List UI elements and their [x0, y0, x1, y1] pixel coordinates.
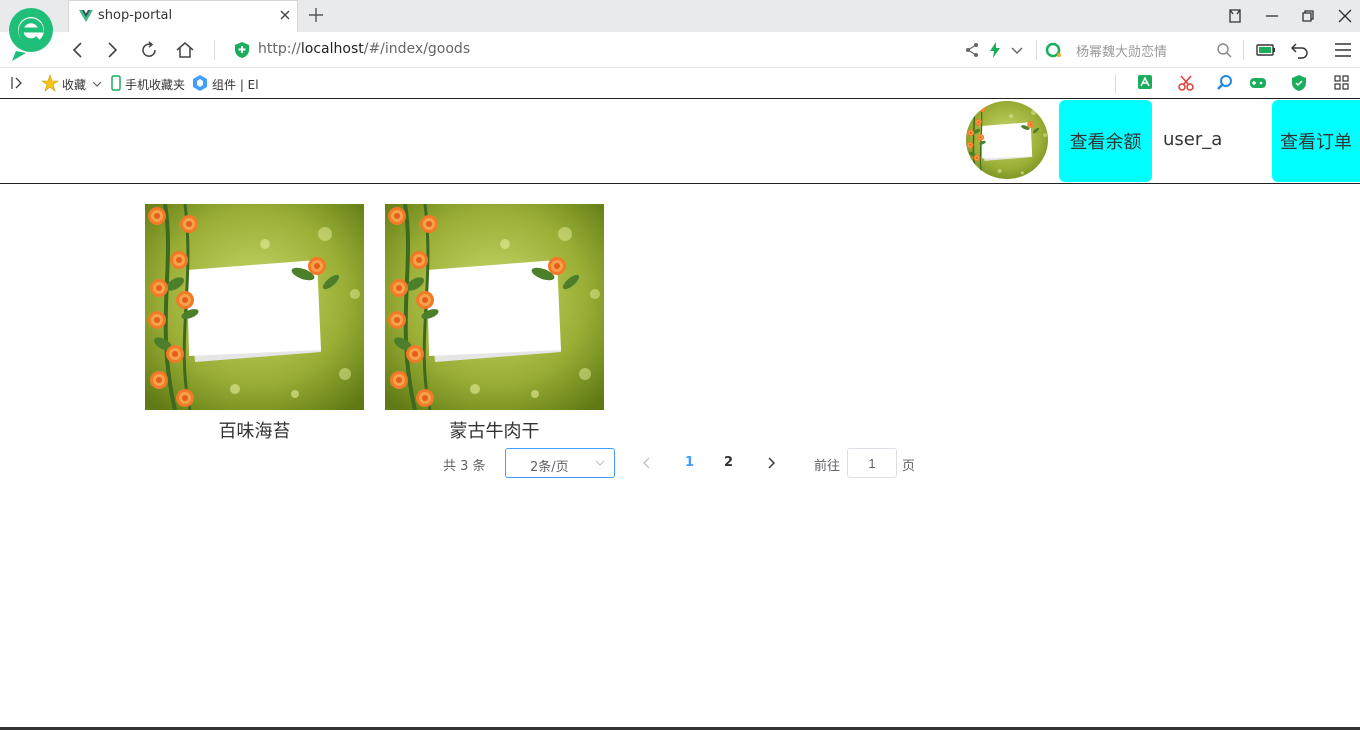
element-ui-icon [193, 75, 207, 91]
page-size-value: 2条/页 [530, 460, 569, 475]
tab-shop-portal[interactable]: shop-portal [68, 0, 298, 33]
menu-icon[interactable] [1333, 40, 1353, 60]
close-tab-icon[interactable] [277, 7, 293, 23]
page-size-select[interactable]: 2条/页 [505, 448, 615, 478]
goods-name[interactable]: 百味海苔 [145, 417, 364, 443]
goods-card[interactable]: 蒙古牛肉干 [385, 204, 604, 443]
goods-image[interactable] [145, 204, 364, 410]
divider [214, 40, 215, 60]
new-tab-icon[interactable] [306, 5, 326, 25]
chevron-down-icon[interactable] [1007, 40, 1027, 60]
page-1-button[interactable]: 1 [685, 455, 694, 470]
view-orders-button[interactable]: 查看订单 [1272, 100, 1360, 182]
page-header: 查看余额 user_a 查看订单 [0, 99, 1360, 184]
home-icon[interactable] [175, 40, 195, 60]
browser-logo-icon [9, 8, 53, 61]
magnifier-icon[interactable] [1216, 74, 1234, 92]
star-icon [41, 74, 59, 92]
view-balance-button[interactable]: 查看余额 [1059, 100, 1152, 182]
gamepad-icon[interactable] [1249, 74, 1267, 92]
next-page-icon[interactable] [760, 452, 782, 474]
goto-label: 前往 [814, 459, 841, 474]
battery-icon[interactable] [1256, 40, 1276, 60]
divider [1115, 74, 1116, 94]
username-label: user_a [1163, 129, 1223, 150]
skin-icon[interactable] [1225, 6, 1245, 26]
chevron-down-icon[interactable] [88, 74, 106, 92]
secure-shield-icon[interactable] [234, 41, 250, 59]
chevron-down-icon [595, 460, 605, 466]
goods-image[interactable] [385, 204, 604, 410]
goto-page-input[interactable] [847, 448, 897, 478]
sidebar-toggle-icon[interactable] [8, 74, 26, 92]
search-input[interactable]: 杨幂魏大勋恋情 [1076, 41, 1167, 60]
bookmarks-bar: 收藏 手机收藏夹 组件 | El [0, 68, 1360, 99]
user-avatar[interactable] [966, 101, 1048, 179]
search-icon[interactable] [1214, 40, 1234, 60]
goods-name[interactable]: 蒙古牛肉干 [385, 417, 604, 443]
back-icon[interactable] [68, 40, 88, 60]
address-bar: http://localhost/#/index/goods 杨幂魏大勋恋情 [0, 32, 1360, 68]
divider [1243, 40, 1244, 60]
phone-icon [111, 75, 121, 91]
url-field[interactable]: http://localhost/#/index/goods [258, 41, 470, 57]
bookmark-components[interactable]: 组件 | El [212, 76, 259, 93]
security-shield-icon[interactable] [1290, 74, 1308, 92]
translate-icon[interactable] [1137, 74, 1155, 92]
divider [1036, 40, 1037, 60]
bookmark-mobile[interactable]: 手机收藏夹 [125, 76, 185, 93]
scissors-icon[interactable] [1177, 74, 1195, 92]
goods-card[interactable]: 百味海苔 [145, 204, 364, 443]
refresh-icon[interactable] [139, 40, 159, 60]
search-engine-icon[interactable] [1044, 40, 1064, 60]
restore-icon[interactable] [1298, 6, 1318, 26]
tab-title: shop-portal [98, 8, 173, 23]
undo-icon[interactable] [1290, 40, 1310, 60]
browser-tab-bar: shop-portal [0, 0, 1360, 61]
lightning-icon[interactable] [985, 40, 1005, 60]
vue-icon [79, 10, 93, 22]
share-icon[interactable] [962, 40, 982, 60]
pagination-total: 共 3 条 [443, 459, 486, 474]
close-window-icon[interactable] [1335, 6, 1355, 26]
minimize-icon[interactable] [1262, 6, 1282, 26]
page-2-button[interactable]: 2 [724, 455, 733, 470]
prev-page-icon[interactable] [636, 452, 658, 474]
forward-icon[interactable] [102, 40, 122, 60]
apps-grid-icon[interactable] [1333, 74, 1351, 92]
bookmark-favorites[interactable]: 收藏 [62, 76, 86, 93]
page-suffix-label: 页 [902, 459, 916, 474]
